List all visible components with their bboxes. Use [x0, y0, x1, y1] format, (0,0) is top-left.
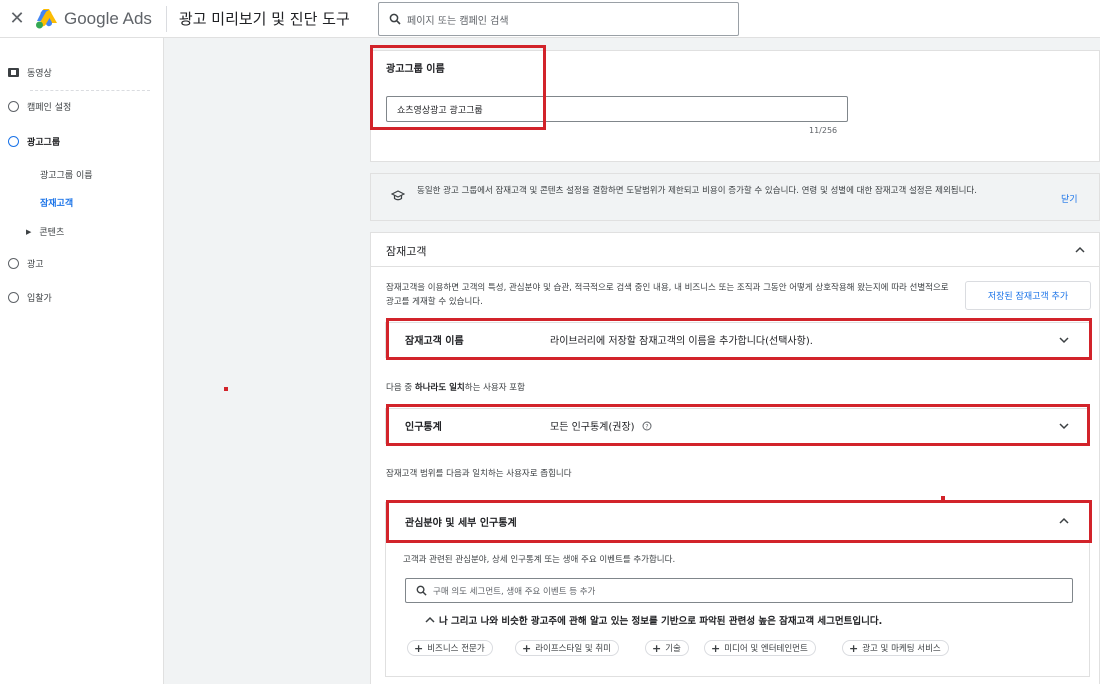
svg-text:?: ?	[645, 424, 648, 431]
chevron-down-icon[interactable]	[1059, 421, 1069, 431]
header-divider	[165, 5, 167, 32]
interests-description: 고객과 관련된 관심분야, 상세 인구통계 또는 생애 주요 이벤트를 추가합니…	[403, 555, 676, 565]
narrow-rule-text: 잠재고객 범위를 다음과 일치하는 사용자로 좁힙니다	[386, 469, 572, 479]
audience-title: 잠재고객	[386, 245, 427, 258]
sidebar-item-label: 동영상	[27, 69, 52, 79]
add-saved-audience-button[interactable]: 저장된 잠재고객 추가	[965, 281, 1091, 310]
plus-icon: +	[414, 641, 424, 655]
video-icon	[8, 68, 19, 77]
ad-group-name-title: 광고그룹 이름	[386, 64, 445, 75]
red-marker	[224, 387, 228, 391]
help-icon[interactable]: ?	[642, 421, 652, 431]
sidebar-item-label: 캠페인 설정	[27, 103, 72, 113]
sidebar-item-content[interactable]: ▶ 콘텐츠	[26, 225, 65, 239]
sidebar-item-ad-group[interactable]: 광고그룹	[8, 135, 60, 148]
circle-icon	[8, 258, 19, 269]
demographics-label: 인구통계	[405, 422, 442, 433]
chip-business-professionals[interactable]: + 비즈니스 전문가	[407, 640, 493, 656]
sidebar-item-bidding[interactable]: 입찰가	[8, 291, 52, 304]
close-icon[interactable]: ✕	[0, 8, 34, 29]
chip-media-entertainment[interactable]: + 미디어 및 엔터테인먼트	[704, 640, 816, 656]
chevron-up-icon[interactable]	[1059, 516, 1069, 526]
plus-icon: +	[522, 641, 532, 655]
interests-search-placeholder: 구매 의도 세그먼트, 생애 주요 이벤트 등 추가	[433, 586, 596, 597]
chevron-down-icon[interactable]	[1059, 335, 1069, 345]
sidebar-item-label: 콘텐츠	[39, 228, 65, 238]
search-placeholder: 페이지 또는 캠페인 검색	[407, 15, 509, 27]
ad-group-name-input[interactable]: 쇼츠영상광고 광고그룹	[386, 96, 848, 122]
search-icon	[389, 13, 401, 25]
circle-icon	[8, 136, 19, 147]
sidebar-item-label: 입찰가	[27, 294, 52, 304]
google-ads-logo: Google Ads	[34, 8, 152, 30]
audience-description: 잠재고객을 이용하면 고객의 특성, 관심분야 및 습관, 적극적으로 검색 중…	[386, 283, 949, 307]
chip-lifestyle-hobbies[interactable]: + 라이프스타일 및 취미	[515, 640, 620, 656]
chevron-up-icon	[425, 616, 435, 623]
suggestion-title: 나 그리고 나와 비슷한 광고주에 관해 알고 있는 정보를 기반으로 파악된 …	[439, 616, 883, 627]
sidebar-divider	[30, 90, 150, 91]
plus-icon: +	[711, 641, 721, 655]
close-banner-link[interactable]: 닫기	[1061, 192, 1078, 205]
demographics-value: 모든 인구통계(권장) ?	[550, 418, 652, 433]
search-input[interactable]: 페이지 또는 캠페인 검색	[378, 2, 739, 36]
circle-icon	[8, 292, 19, 303]
app-name: Google Ads	[64, 8, 152, 28]
sidebar-item-label: 광고그룹	[27, 138, 61, 148]
top-bar: ✕ Google Ads 광고 미리보기 및 진단 도구 페이지 또는 캠페인 …	[0, 0, 1100, 38]
suggestion-header[interactable]: 나 그리고 나와 비슷한 광고주에 관해 알고 있는 정보를 기반으로 파악된 …	[425, 613, 882, 627]
audience-header-divider	[370, 266, 1100, 267]
demographics-row[interactable]	[385, 408, 1090, 444]
interests-divider	[386, 541, 1089, 542]
info-banner: 동일한 광고 그룹에서 잠재고객 및 콘텐츠 설정을 결합하면 도달범위가 제한…	[370, 173, 1100, 221]
chip-advertising-marketing[interactable]: + 광고 및 마케팅 서비스	[842, 640, 949, 656]
caret-right-icon: ▶	[26, 227, 32, 236]
audience-name-value: 라이브러리에 저장할 잠재고객의 이름을 추가합니다(선택사항).	[550, 336, 813, 347]
interests-search-input[interactable]: 구매 의도 세그먼트, 생애 주요 이벤트 등 추가	[405, 578, 1073, 603]
info-text: 동일한 광고 그룹에서 잠재고객 및 콘텐츠 설정을 결합하면 도달범위가 제한…	[417, 186, 977, 196]
sidebar-item-label: 광고	[27, 260, 44, 270]
circle-icon	[8, 101, 19, 112]
chevron-up-icon[interactable]	[1075, 245, 1085, 255]
sidebar: 동영상 캠페인 설정 광고그룹 광고그룹 이름 잠재고객 ▶ 콘텐츠 광고 입찰…	[0, 38, 164, 684]
sidebar-item-ads[interactable]: 광고	[8, 257, 44, 270]
school-icon	[391, 190, 405, 201]
tool-title: 광고 미리보기 및 진단 도구	[178, 10, 350, 28]
sidebar-item-ad-group-name[interactable]: 광고그룹 이름	[40, 168, 93, 181]
sidebar-item-video[interactable]: 동영상	[8, 66, 52, 79]
plus-icon: +	[652, 641, 662, 655]
google-ads-icon	[36, 8, 57, 28]
plus-icon: +	[849, 641, 859, 655]
sidebar-item-campaign-settings[interactable]: 캠페인 설정	[8, 100, 71, 113]
search-icon	[416, 585, 427, 596]
chip-technology[interactable]: + 기술	[645, 640, 689, 656]
interests-title: 관심분야 및 세부 인구통계	[405, 518, 517, 529]
sidebar-item-audience[interactable]: 잠재고객	[40, 196, 73, 209]
red-marker	[941, 496, 945, 500]
char-counter: 11/256	[809, 126, 838, 135]
match-rule-text: 다음 중 하나라도 일치하는 사용자 포함	[386, 383, 525, 393]
audience-name-label: 잠재고객 이름	[405, 336, 464, 347]
